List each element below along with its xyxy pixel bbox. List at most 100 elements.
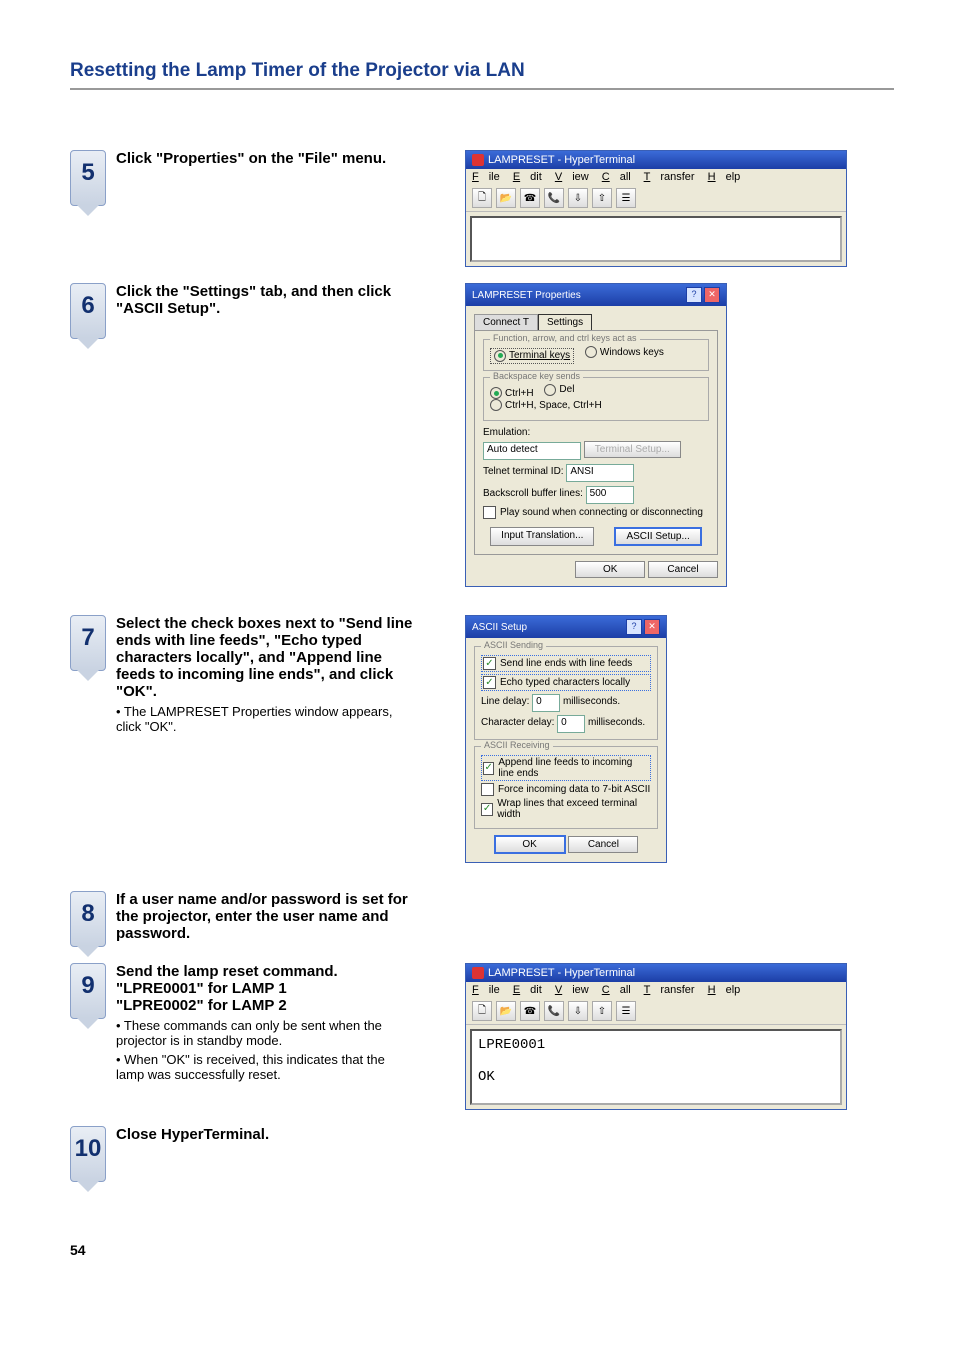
- tb-new-icon[interactable]: 🗋: [472, 1001, 492, 1021]
- input-translation-button[interactable]: Input Translation...: [490, 527, 594, 546]
- hyperterminal-window-2: LAMPRESET - HyperTerminal File Edit View…: [465, 963, 847, 1110]
- menu-bar: File Edit View Call Transfer Help: [466, 169, 846, 185]
- ms-label: milliseconds.: [563, 696, 620, 707]
- close-icon[interactable]: ✕: [644, 619, 660, 635]
- menu-bar: File Edit View Call Transfer Help: [466, 982, 846, 998]
- dialog-title: ASCII Setup: [472, 622, 527, 633]
- step-7-number: 7: [70, 615, 106, 671]
- tb-receive-icon[interactable]: ⇧: [592, 188, 612, 208]
- char-delay-label: Character delay:: [481, 717, 554, 728]
- toolbar: 🗋 📂 ☎ 📞 ⇩ ⇧ ☰: [466, 185, 846, 212]
- menu-view[interactable]: View: [555, 171, 589, 183]
- step-5-text: Click "Properties" on the "File" menu.: [116, 150, 415, 167]
- dialog-titlebar: ASCII Setup ? ✕: [466, 616, 666, 638]
- menu-edit[interactable]: Edit: [513, 171, 542, 183]
- radio-ctrlh[interactable]: Ctrl+H: [490, 387, 534, 399]
- line-delay-label: Line delay:: [481, 696, 529, 707]
- ok-button[interactable]: OK: [575, 561, 645, 578]
- window-titlebar: LAMPRESET - HyperTerminal: [466, 151, 846, 169]
- step-7-sub: • The LAMPRESET Properties window appear…: [116, 704, 415, 734]
- step-6-number: 6: [70, 283, 106, 339]
- play-sound-checkbox[interactable]: Play sound when connecting or disconnect…: [483, 506, 709, 519]
- hyperterminal-window-1: LAMPRESET - HyperTerminal File Edit View…: [465, 150, 847, 267]
- step-9-number: 9: [70, 963, 106, 1019]
- help-icon[interactable]: ?: [626, 619, 642, 635]
- telnet-id-field[interactable]: ANSI: [566, 464, 634, 482]
- backscroll-field[interactable]: 500: [586, 486, 634, 504]
- step-6-text: Click the "Settings" tab, and then click…: [116, 283, 415, 317]
- step-10-number: 10: [70, 1126, 106, 1182]
- menu-call[interactable]: Call: [602, 984, 631, 996]
- tb-disconnect-icon[interactable]: 📞: [544, 188, 564, 208]
- group-ascii-sending: ASCII Sending: [481, 640, 546, 650]
- page-title: Resetting the Lamp Timer of the Projecto…: [70, 60, 894, 90]
- tb-props-icon[interactable]: ☰: [616, 188, 636, 208]
- ascii-setup-button[interactable]: ASCII Setup...: [614, 527, 701, 546]
- terminal-setup-button[interactable]: Terminal Setup...: [584, 441, 681, 458]
- app-icon: [472, 154, 484, 166]
- tb-receive-icon[interactable]: ⇧: [592, 1001, 612, 1021]
- menu-transfer[interactable]: Transfer: [644, 171, 695, 183]
- tb-send-icon[interactable]: ⇩: [568, 188, 588, 208]
- tb-send-icon[interactable]: ⇩: [568, 1001, 588, 1021]
- properties-dialog: LAMPRESET Properties ? ✕ Connect T Setti…: [465, 283, 727, 587]
- menu-file[interactable]: File: [472, 984, 500, 996]
- step-9-sub2: • When "OK" is received, this indicates …: [116, 1052, 415, 1082]
- tb-new-icon[interactable]: 🗋: [472, 188, 492, 208]
- emulation-label: Emulation:: [483, 427, 709, 438]
- step-9-lpre1: "LPRE0001" for LAMP 1: [116, 980, 415, 997]
- window-titlebar: LAMPRESET - HyperTerminal: [466, 964, 846, 982]
- menu-help[interactable]: Help: [708, 984, 741, 996]
- cancel-button[interactable]: Cancel: [648, 561, 718, 578]
- terminal-output: [470, 216, 842, 262]
- terminal-output: LPRE0001 OK: [470, 1029, 842, 1105]
- menu-call[interactable]: Call: [602, 171, 631, 183]
- radio-windows-keys[interactable]: Windows keys: [585, 346, 664, 358]
- page-number: 54: [70, 1242, 86, 1258]
- backscroll-label: Backscroll buffer lines:: [483, 488, 583, 499]
- menu-view[interactable]: View: [555, 984, 589, 996]
- radio-ctrlh-space[interactable]: Ctrl+H, Space, Ctrl+H: [490, 399, 602, 411]
- tb-open-icon[interactable]: 📂: [496, 1001, 516, 1021]
- emulation-select[interactable]: Auto detect: [483, 442, 581, 460]
- dialog-titlebar: LAMPRESET Properties ? ✕: [466, 284, 726, 306]
- step-9-lpre2: "LPRE0002" for LAMP 2: [116, 997, 415, 1014]
- app-icon: [472, 967, 484, 979]
- window-title: LAMPRESET - HyperTerminal: [488, 967, 635, 979]
- menu-transfer[interactable]: Transfer: [644, 984, 695, 996]
- menu-edit[interactable]: Edit: [513, 984, 542, 996]
- window-title: LAMPRESET - HyperTerminal: [488, 154, 635, 166]
- menu-file[interactable]: File: [472, 171, 500, 183]
- step-9-text: Send the lamp reset command.: [116, 963, 415, 980]
- ok-button[interactable]: OK: [494, 835, 566, 854]
- tab-connect-to[interactable]: Connect T: [474, 314, 538, 330]
- line-delay-field[interactable]: 0: [532, 694, 560, 712]
- telnet-id-label: Telnet terminal ID:: [483, 466, 564, 477]
- tb-connect-icon[interactable]: ☎: [520, 1001, 540, 1021]
- wrap-lines-checkbox[interactable]: Wrap lines that exceed terminal width: [481, 798, 651, 820]
- echo-typed-checkbox[interactable]: Echo typed characters locally: [481, 674, 651, 691]
- group-backspace: Backspace key sends: [490, 371, 583, 381]
- group-ascii-receiving: ASCII Receiving: [481, 740, 553, 750]
- force-7bit-checkbox[interactable]: Force incoming data to 7-bit ASCII: [481, 783, 651, 796]
- radio-terminal-keys[interactable]: Terminal keys: [490, 348, 574, 364]
- close-icon[interactable]: ✕: [704, 287, 720, 303]
- step-9-sub1: • These commands can only be sent when t…: [116, 1018, 415, 1048]
- step-8-number: 8: [70, 891, 106, 947]
- tb-props-icon[interactable]: ☰: [616, 1001, 636, 1021]
- cancel-button[interactable]: Cancel: [568, 836, 638, 853]
- send-line-ends-checkbox[interactable]: Send line ends with line feeds: [481, 655, 651, 672]
- append-line-feeds-checkbox[interactable]: Append line feeds to incoming line ends: [481, 755, 651, 781]
- char-delay-field[interactable]: 0: [557, 715, 585, 733]
- help-icon[interactable]: ?: [686, 287, 702, 303]
- tb-disconnect-icon[interactable]: 📞: [544, 1001, 564, 1021]
- tb-open-icon[interactable]: 📂: [496, 188, 516, 208]
- radio-del[interactable]: Del: [544, 384, 574, 396]
- menu-help[interactable]: Help: [708, 171, 741, 183]
- tab-settings[interactable]: Settings: [538, 314, 592, 330]
- ascii-setup-dialog: ASCII Setup ? ✕ ASCII Sending Send line …: [465, 615, 667, 863]
- tb-connect-icon[interactable]: ☎: [520, 188, 540, 208]
- ms-label: milliseconds.: [588, 717, 645, 728]
- step-7-text: Select the check boxes next to "Send lin…: [116, 615, 415, 700]
- group-function-keys: Function, arrow, and ctrl keys act as: [490, 333, 640, 343]
